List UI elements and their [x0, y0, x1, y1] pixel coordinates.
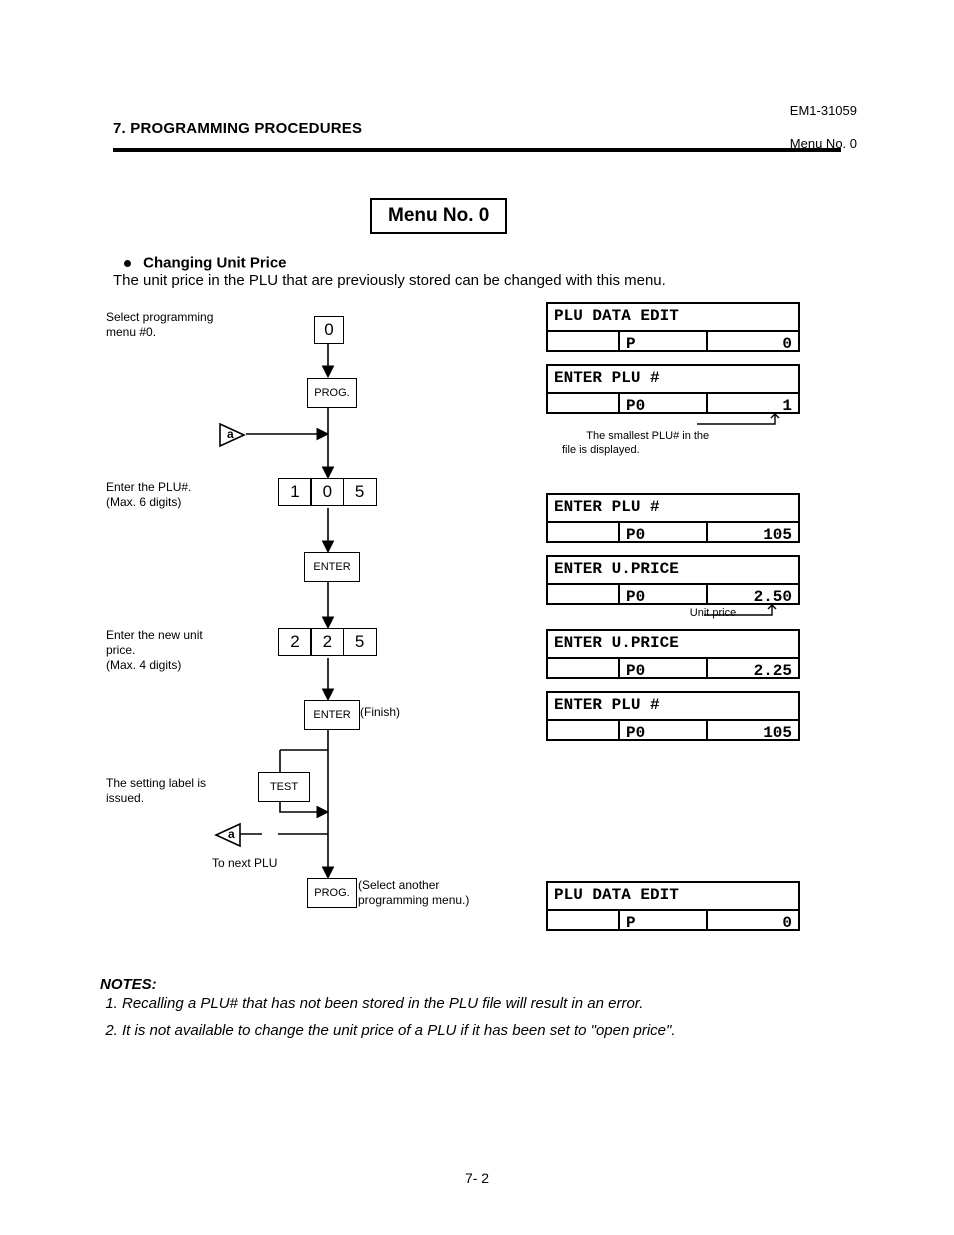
flow-key-enter-2: ENTER	[304, 700, 360, 730]
display-note-text: The smallest PLU# in the file is display…	[562, 430, 709, 456]
display-title: ENTER PLU #	[546, 493, 800, 523]
display-title: ENTER U.PRICE	[546, 629, 800, 659]
display-cell-center: P0	[618, 521, 708, 543]
flow-key-prog-2: PROG.	[307, 878, 357, 908]
display-block: ENTER PLU # P0 1 The smallest PLU# in th…	[546, 364, 800, 485]
page-title-box: Menu No. 0	[370, 198, 507, 234]
flow-key-enter-1: ENTER	[304, 552, 360, 582]
flow-key-0: 0	[314, 316, 344, 344]
display-block: ENTER PLU # P0 105	[546, 493, 800, 543]
flow-key-prog: PROG.	[307, 378, 357, 408]
display-cell-value: 1	[706, 392, 800, 414]
display-cell-value: 0	[706, 909, 800, 931]
subsection-title: Changing Unit Price	[143, 254, 286, 271]
label-to-next-plu: To next PLU	[212, 856, 277, 871]
section-heading: 7. PROGRAMMING PROCEDURES	[113, 119, 362, 138]
flow-digits-price: 225	[278, 628, 377, 656]
display-title: PLU DATA EDIT	[546, 881, 800, 911]
display-cell-blank	[546, 909, 620, 931]
subsection-heading: Changing Unit Price	[124, 253, 287, 273]
display-cell-blank	[546, 657, 620, 679]
digit-cell: 5	[343, 628, 377, 656]
notes-section: NOTES: Recalling a PLU# that has not bee…	[100, 975, 840, 1049]
display-note: The smallest PLU# in the file is display…	[562, 416, 800, 485]
display-cell-value: 2.25	[706, 657, 800, 679]
display-cell-center: P0	[618, 392, 708, 414]
display-block: PLU DATA EDIT P 0	[546, 302, 800, 352]
loop-label-a-out: a	[228, 827, 235, 842]
label-finish: (Finish)	[360, 705, 400, 720]
bullet-icon	[124, 260, 131, 267]
note-item: It is not available to change the unit p…	[122, 1021, 762, 1040]
flowchart: Select programming menu #0. 0 PROG. a En…	[100, 300, 530, 920]
display-cell-value: 105	[706, 521, 800, 543]
display-title: PLU DATA EDIT	[546, 302, 800, 332]
display-cell-center: P	[618, 330, 708, 352]
display-cell-blank	[546, 583, 620, 605]
display-cell-center: P	[618, 909, 708, 931]
display-cell-center: P0	[618, 719, 708, 741]
notes-heading: NOTES:	[100, 975, 178, 994]
display-block: PLU DATA EDIT P 0	[546, 881, 800, 931]
caption-enter-plu: Enter the PLU#. (Max. 6 digits)	[106, 480, 191, 510]
digit-cell: 5	[343, 478, 377, 506]
note-item: Recalling a PLU# that has not been store…	[122, 994, 762, 1013]
display-sequence: PLU DATA EDIT P 0 ENTER PLU # P0 1 The s…	[546, 302, 800, 939]
display-cell-value: 105	[706, 719, 800, 741]
display-block: ENTER PLU # P0 105	[546, 691, 800, 741]
page-title: Menu No. 0	[388, 205, 489, 226]
digit-cell: 2	[310, 628, 344, 656]
digit-cell: 2	[278, 628, 312, 656]
flow-key-test: TEST	[258, 772, 310, 802]
display-cell-blank	[546, 521, 620, 543]
digit-cell: 0	[310, 478, 344, 506]
header-rule	[113, 148, 841, 152]
callout-arrow-icon	[697, 414, 787, 428]
page-number: 7- 2	[0, 1170, 954, 1188]
label-select-another: (Select another programming menu.)	[358, 878, 469, 909]
display-title: ENTER U.PRICE	[546, 555, 800, 585]
display-block: ENTER U.PRICE P0 2.50 Unit price	[546, 555, 800, 621]
display-cell-blank	[546, 330, 620, 352]
caption-label-issued: The setting label is issued.	[106, 776, 206, 806]
display-block: ENTER U.PRICE P0 2.25	[546, 629, 800, 679]
display-cell-value: 2.50	[706, 583, 800, 605]
display-title: ENTER PLU #	[546, 691, 800, 721]
display-note: Unit price	[546, 607, 800, 621]
flow-digits-plu: 105	[278, 478, 377, 506]
digit-cell: 1	[278, 478, 312, 506]
display-cell-center: P0	[618, 583, 708, 605]
display-cell-center: P0	[618, 657, 708, 679]
display-cell-blank	[546, 719, 620, 741]
loop-label-a-in: a	[227, 427, 234, 442]
doc-code: EM1-31059	[790, 103, 857, 120]
display-title: ENTER PLU #	[546, 364, 800, 394]
display-cell-value: 0	[706, 330, 800, 352]
display-cell-blank	[546, 392, 620, 414]
intro-text: The unit price in the PLU that are previ…	[113, 271, 666, 290]
callout-arrow-icon	[704, 605, 794, 619]
caption-enter-price: Enter the new unit price. (Max. 4 digits…	[106, 628, 203, 673]
caption-select-menu: Select programming menu #0.	[106, 310, 213, 340]
